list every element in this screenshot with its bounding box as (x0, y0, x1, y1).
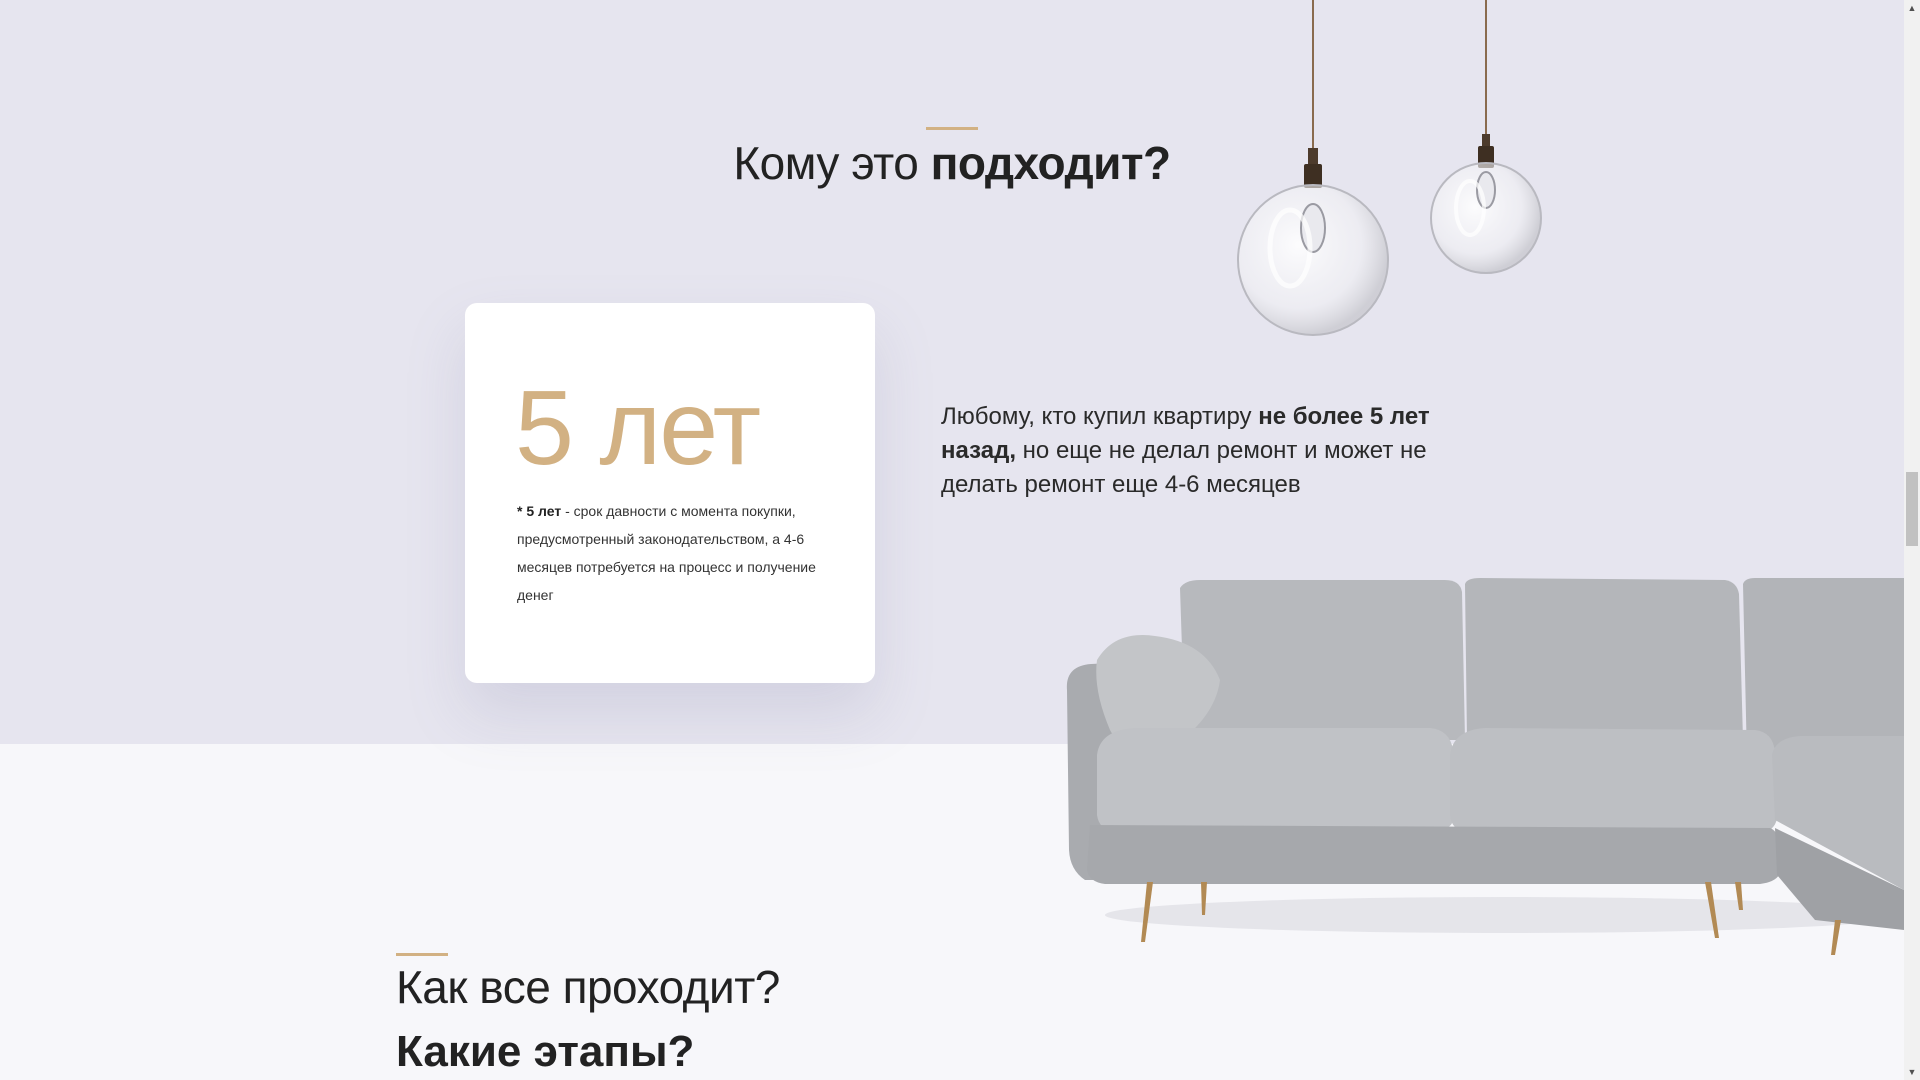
card-big-value: 5 лет (515, 369, 761, 487)
scroll-down-arrow-icon[interactable]: ▼ (1904, 1064, 1920, 1080)
card-note: * 5 лет - срок давности с момента покупк… (517, 503, 816, 603)
who-accent-line (926, 127, 978, 130)
sofa-image (1066, 578, 1904, 955)
how-accent-line (396, 953, 448, 956)
page-viewport: Кому это подходит? 5 лет * 5 лет - срок … (0, 0, 1904, 1080)
scrollbar-thumb[interactable] (1906, 472, 1918, 546)
steps-title: Какие этапы? (396, 1027, 695, 1076)
scroll-up-arrow-icon[interactable]: ▲ (1904, 0, 1920, 16)
how-title: Как все проходит? (396, 961, 780, 1013)
who-description: Любому, кто купил квартиру не более 5 ле… (941, 403, 1430, 498)
who-title: Кому это подходит? (733, 137, 1171, 189)
five-years-card: 5 лет * 5 лет - срок давности с момента … (465, 303, 875, 683)
vertical-scrollbar[interactable]: ▲ ▼ (1904, 0, 1920, 1080)
